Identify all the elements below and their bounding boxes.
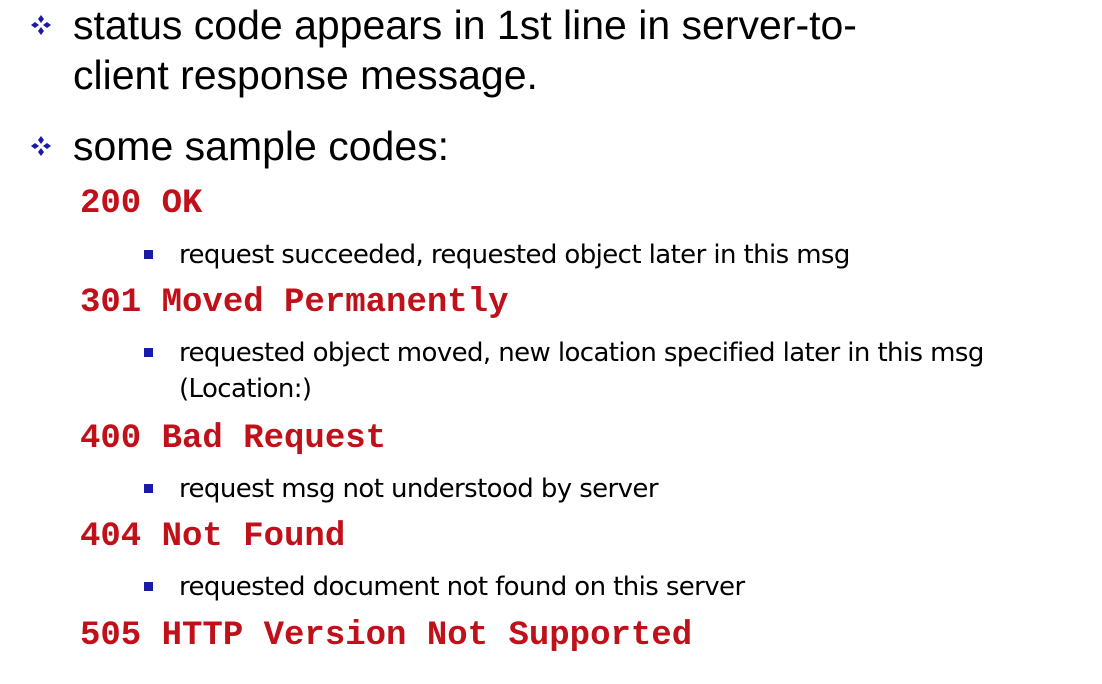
slide: status code appears in 1st line in serve… bbox=[0, 0, 1102, 684]
square-bullet-icon bbox=[144, 582, 153, 591]
square-bullet-icon bbox=[144, 250, 153, 259]
status-code-200-description: request succeeded, requested object late… bbox=[179, 240, 850, 270]
four-diamond-bullet-icon bbox=[30, 135, 52, 157]
square-bullet-icon bbox=[144, 348, 153, 357]
square-bullet-icon bbox=[144, 484, 153, 493]
status-code-505: 505 HTTP Version Not Supported bbox=[80, 617, 693, 655]
status-code-404-description: requested document not found on this ser… bbox=[179, 572, 745, 602]
bullet-text-status-code-line2: client response message. bbox=[73, 52, 538, 98]
four-diamond-bullet-icon bbox=[30, 14, 52, 36]
status-code-301: 301 Moved Permanently bbox=[80, 284, 509, 322]
status-code-301-description-line2: (Location:) bbox=[179, 374, 312, 404]
bullet-text-sample-codes: some sample codes: bbox=[73, 123, 450, 169]
status-code-404: 404 Not Found bbox=[80, 518, 346, 556]
bullet-text-status-code-line1: status code appears in 1st line in serve… bbox=[73, 2, 857, 48]
status-code-400: 400 Bad Request bbox=[80, 420, 387, 458]
status-code-200: 200 OK bbox=[80, 185, 203, 223]
status-code-400-description: request msg not understood by server bbox=[179, 474, 659, 504]
status-code-301-description-line1: requested object moved, new location spe… bbox=[179, 338, 984, 368]
